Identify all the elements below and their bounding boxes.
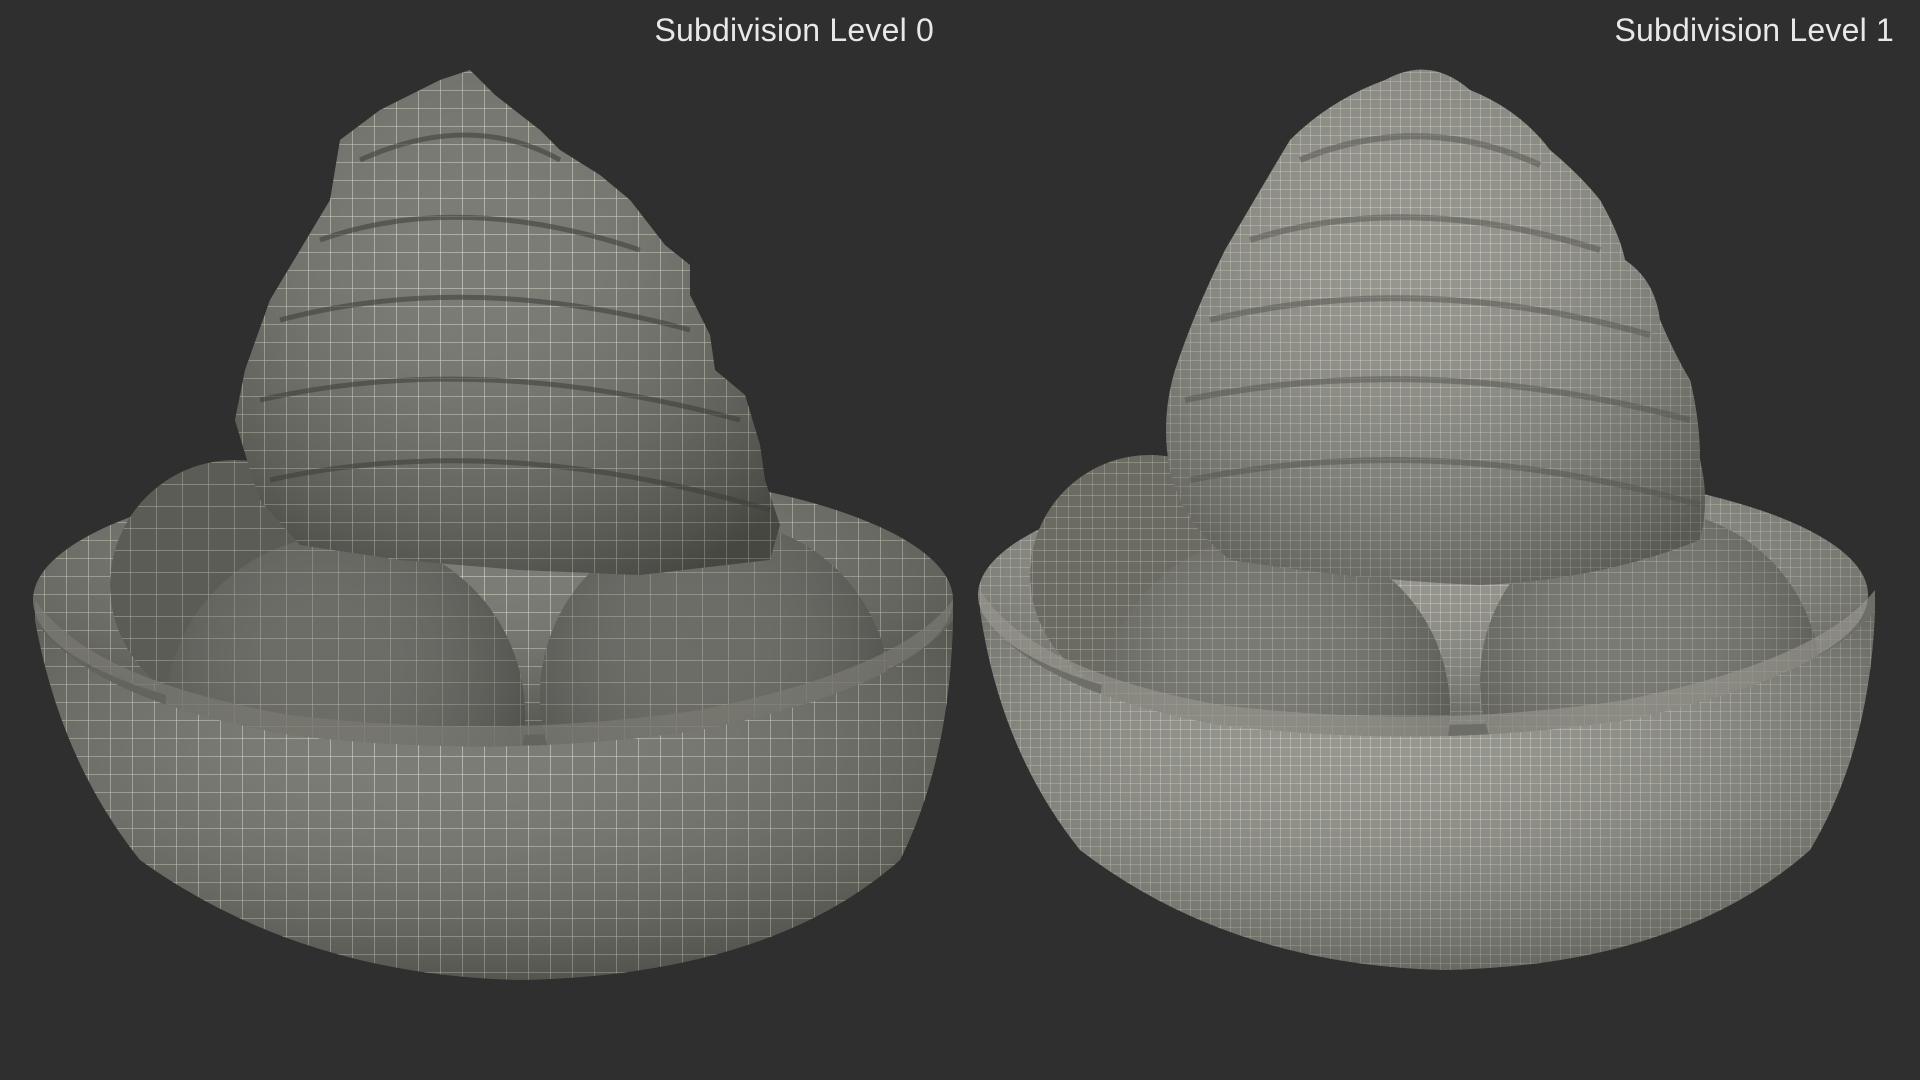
viewport <box>0 0 1920 1080</box>
caption-subdivision-level-1: Subdivision Level 1 <box>1614 12 1894 48</box>
caption-subdivision-level-0: Subdivision Level 0 <box>654 12 934 48</box>
sundae-wireframe-low-icon <box>33 70 953 980</box>
sundae-wireframe-high-icon <box>978 69 1875 970</box>
